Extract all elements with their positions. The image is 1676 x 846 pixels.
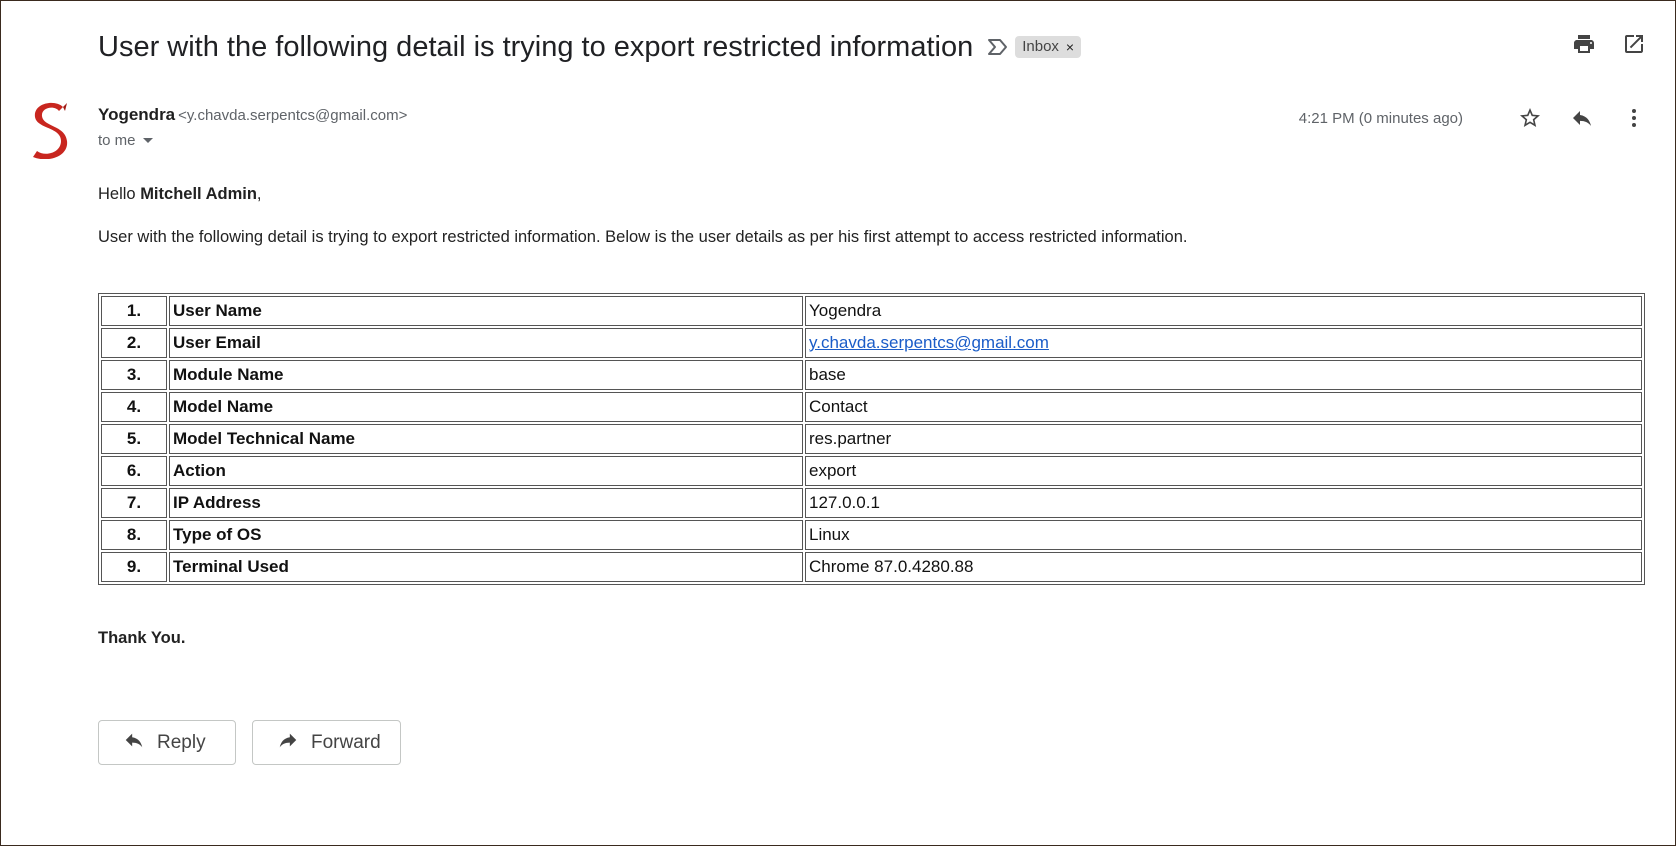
field-name: User Name: [169, 296, 803, 326]
more-vert-icon[interactable]: [1621, 105, 1647, 131]
table-row: 9. Terminal Used Chrome 87.0.4280.88: [101, 552, 1642, 582]
field-name: Type of OS: [169, 520, 803, 550]
forward-label: Forward: [311, 731, 381, 753]
greeting-suffix: ,: [256, 185, 262, 203]
reply-button[interactable]: Reply: [98, 720, 236, 765]
greeting: Hello Mitchell Admin,: [98, 185, 1645, 204]
message-meta: 4:21 PM (0 minutes ago): [1299, 105, 1647, 131]
field-value: Yogendra: [805, 296, 1642, 326]
field-name: Terminal Used: [169, 552, 803, 582]
table-row: 3. Module Name base: [101, 360, 1642, 390]
field-value: res.partner: [805, 424, 1642, 454]
field-value-cell: y.chavda.serpentcs@gmail.com: [805, 328, 1642, 358]
recipient-line[interactable]: to me: [98, 132, 407, 149]
row-number: 4.: [101, 392, 167, 422]
field-value: Linux: [805, 520, 1642, 550]
row-number: 8.: [101, 520, 167, 550]
field-value: base: [805, 360, 1642, 390]
greeting-prefix: Hello: [98, 185, 141, 203]
field-name: Model Technical Name: [169, 424, 803, 454]
subject-row: User with the following detail is trying…: [98, 27, 1655, 67]
table-row: 8. Type of OS Linux: [101, 520, 1642, 550]
remove-label-icon[interactable]: ×: [1066, 39, 1074, 55]
row-number: 5.: [101, 424, 167, 454]
field-name: Module Name: [169, 360, 803, 390]
field-value: Chrome 87.0.4280.88: [805, 552, 1642, 582]
greeting-name: Mitchell Admin: [140, 185, 257, 203]
sender-email: <y.chavda.serpentcs@gmail.com>: [178, 107, 408, 124]
field-value: 127.0.0.1: [805, 488, 1642, 518]
reply-icon[interactable]: [1569, 105, 1595, 131]
row-number: 3.: [101, 360, 167, 390]
inbox-label-chip[interactable]: Inbox ×: [1015, 36, 1082, 58]
user-details-table: 1. User Name Yogendra 2. User Email y.ch…: [98, 293, 1645, 585]
timestamp: 4:21 PM (0 minutes ago): [1298, 109, 1463, 127]
recipient-label: to me: [98, 132, 136, 149]
field-value: export: [805, 456, 1642, 486]
chevron-down-icon[interactable]: [142, 132, 154, 149]
row-number: 9.: [101, 552, 167, 582]
intro-paragraph: User with the following detail is trying…: [98, 228, 1188, 246]
field-value: Contact: [805, 392, 1642, 422]
reply-label: Reply: [157, 731, 206, 753]
table-row: 7. IP Address 127.0.0.1: [101, 488, 1642, 518]
email-subject: User with the following detail is trying…: [98, 30, 974, 63]
field-name: User Email: [169, 328, 803, 358]
print-icon[interactable]: [1571, 31, 1597, 57]
star-icon[interactable]: [1517, 105, 1543, 131]
table-row: 6. Action export: [101, 456, 1642, 486]
open-in-new-window-icon[interactable]: [1621, 31, 1647, 57]
reply-icon: [123, 729, 145, 757]
inbox-label: Inbox: [1022, 38, 1059, 55]
importance-marker-icon[interactable]: [987, 38, 1009, 56]
sender-name[interactable]: Yogendra: [98, 105, 175, 124]
sender-avatar: [27, 101, 71, 160]
row-number: 6.: [101, 456, 167, 486]
table-row: 4. Model Name Contact: [101, 392, 1642, 422]
forward-button[interactable]: Forward: [252, 720, 401, 765]
table-row: 2. User Email y.chavda.serpentcs@gmail.c…: [101, 328, 1642, 358]
message-body: Hello Mitchell Admin, User with the foll…: [98, 185, 1645, 247]
user-email-link[interactable]: y.chavda.serpentcs@gmail.com: [809, 333, 1049, 352]
row-number: 7.: [101, 488, 167, 518]
field-name: Model Name: [169, 392, 803, 422]
row-number: 1.: [101, 296, 167, 326]
field-name: IP Address: [169, 488, 803, 518]
table-row: 5. Model Technical Name res.partner: [101, 424, 1642, 454]
table-row: 1. User Name Yogendra: [101, 296, 1642, 326]
sender-line: Yogendra <y.chavda.serpentcs@gmail.com>: [98, 105, 407, 125]
field-name: Action: [169, 456, 803, 486]
forward-icon: [277, 729, 299, 757]
row-number: 2.: [101, 328, 167, 358]
thread-actions: [1571, 31, 1647, 57]
sender-block: Yogendra <y.chavda.serpentcs@gmail.com> t…: [98, 105, 407, 149]
closing-text: Thank You.: [98, 629, 186, 647]
